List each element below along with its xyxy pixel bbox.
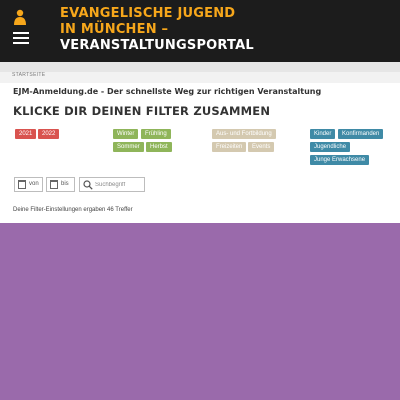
search-field[interactable] <box>79 177 145 192</box>
filter-tag-season-winter[interactable]: Winter <box>113 129 139 139</box>
filter-tag-type-events[interactable]: Events <box>248 142 275 152</box>
header-bar: EVANGELISCHE JUGEND IN MÜNCHEN – VERANST… <box>0 0 400 62</box>
filter-tag-audience-youth[interactable]: Jugendliche <box>310 142 351 152</box>
search-input[interactable] <box>95 180 143 190</box>
search-icon <box>83 180 93 190</box>
filter-tag-year-2022[interactable]: 2022 <box>38 129 60 139</box>
filter-tag-season-spring[interactable]: Frühling <box>141 129 171 139</box>
person-icon[interactable] <box>13 9 27 25</box>
breadcrumb-home-link[interactable]: STARTSEITE <box>12 72 45 78</box>
filter-tag-audience-kids[interactable]: Kinder <box>310 129 336 139</box>
filter-tag-year-2021[interactable]: 2021 <box>15 129 37 139</box>
hamburger-menu-icon[interactable] <box>13 32 29 44</box>
breadcrumb: STARTSEITE <box>0 72 400 83</box>
filter-tag-season-autumn[interactable]: Herbst <box>146 142 172 152</box>
title-line-1: EVANGELISCHE JUGEND <box>60 6 236 21</box>
result-count-text: Deine Filter-Einstellungen ergaben 46 Tr… <box>13 207 133 213</box>
filter-tag-audience-confirmands[interactable]: Konfirmanden <box>338 129 384 139</box>
page-title: KLICKE DIR DEINEN FILTER ZUSAMMEN <box>13 104 271 118</box>
date-to-label: bis <box>61 181 69 187</box>
calendar-icon <box>50 180 58 189</box>
filter-tag-audience-young-adults[interactable]: Junge Erwachsene <box>310 155 370 165</box>
date-to-field[interactable]: bis <box>46 177 75 192</box>
page-subtitle: EJM-Anmeldung.de - Der schnellste Weg zu… <box>13 87 322 96</box>
date-from-field[interactable]: von <box>14 177 43 192</box>
site-title[interactable]: EVANGELISCHE JUGEND IN MÜNCHEN – VERANST… <box>60 6 254 54</box>
calendar-icon <box>18 180 26 189</box>
filter-tag-type-camps[interactable]: Freizeiten <box>212 142 247 152</box>
separator-bar <box>0 62 400 72</box>
filter-tag-type-training[interactable]: Aus- und Fortbildung <box>212 129 276 139</box>
title-line-2: IN MÜNCHEN – <box>60 22 169 37</box>
date-from-label: von <box>29 181 39 187</box>
title-line-3: VERANSTALTUNGSPORTAL <box>60 38 254 53</box>
filter-tag-season-summer[interactable]: Sommer <box>113 142 144 152</box>
